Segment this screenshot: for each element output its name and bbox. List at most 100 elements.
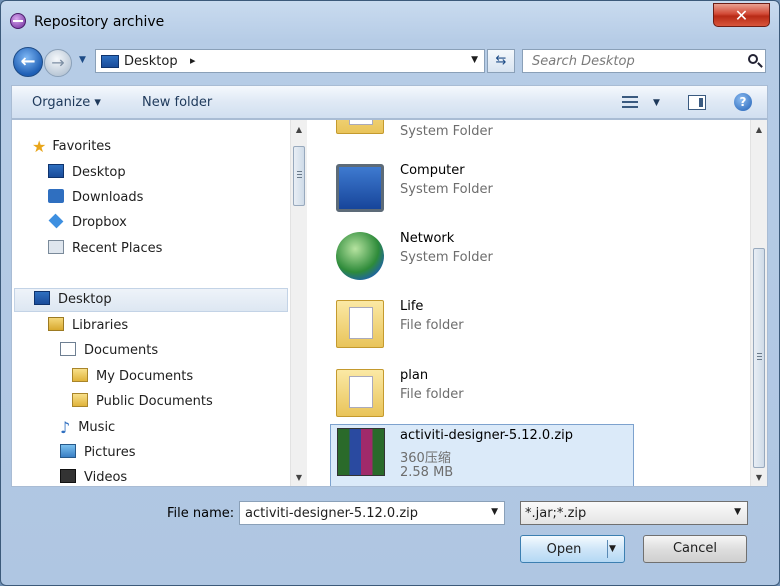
file-item-activiti-zip[interactable]: activiti-designer-5.12.0.zip 360压缩 2.58 … [330,424,634,486]
back-button[interactable]: ← [13,47,43,77]
nav-item-desktop-root[interactable]: Desktop [34,289,112,311]
nav-item-recent-places[interactable]: Recent Places [48,238,162,260]
scroll-up-icon[interactable]: ▲ [751,122,767,138]
folder-icon [336,300,384,348]
file-name: Network [400,231,455,246]
nav-label: Libraries [72,318,129,333]
file-list-scrollbar[interactable]: ▲ ▼ [750,120,767,486]
search-input[interactable]: Search Desktop [522,49,766,73]
navigation-scrollbar[interactable]: ▲ ▼ [290,120,307,486]
view-options-dropdown[interactable]: ▼ [653,98,660,108]
nav-item-public-documents[interactable]: Public Documents [72,391,213,413]
nav-item-libraries[interactable]: Libraries [48,315,128,337]
file-item-network[interactable]: Network System Folder [330,224,634,288]
videos-icon [60,469,76,483]
scroll-up-icon[interactable]: ▲ [291,122,307,138]
nav-label: Recent Places [72,241,163,256]
folder-icon [336,369,384,417]
eclipse-app-icon [10,13,26,29]
file-list: System Folder Computer System Folder Net… [312,120,752,486]
new-folder-button[interactable]: New folder [142,95,212,110]
nav-label: My Documents [96,369,194,384]
change-view-icon[interactable] [622,95,638,109]
window-title: Repository archive [34,14,165,30]
nav-item-pictures[interactable]: Pictures [60,442,135,464]
file-name-input[interactable]: activiti-designer-5.12.0.zip ▼ [239,501,505,525]
breadcrumb-chevron-icon[interactable]: ▸ [190,54,196,67]
user-folder-icon [336,120,384,134]
recent-locations-dropdown[interactable]: ▼ [79,55,86,65]
file-item-user-folder[interactable]: System Folder [330,120,634,142]
open-button-label: Open [546,542,582,557]
desktop-icon [34,291,50,305]
nav-item-desktop[interactable]: Desktop [48,162,126,184]
file-name: Life [400,299,424,314]
scrollbar-thumb[interactable] [293,146,305,206]
nav-label: Downloads [72,190,144,205]
file-type-filter-select[interactable]: *.jar;*.zip ▼ [520,501,748,525]
open-button[interactable]: Open ▼ [520,535,625,563]
scroll-down-icon[interactable]: ▼ [291,470,307,486]
scrollbar-thumb[interactable] [753,248,765,468]
filter-dropdown-icon[interactable]: ▼ [734,507,741,517]
refresh-button[interactable]: ⇆ [487,49,515,73]
nav-item-music[interactable]: ♪ Music [60,417,115,439]
computer-icon [336,164,384,212]
forward-button[interactable]: → [44,49,72,77]
browser-area: ★ Favorites Desktop Downloads Dropbox Rec… [11,119,768,487]
file-type: System Folder [400,250,493,265]
file-size: 2.58 MB [400,465,454,480]
desktop-icon [101,55,119,68]
nav-label: Favorites [52,139,112,154]
nav-label: Desktop [58,292,112,307]
open-options-dropdown-icon[interactable]: ▼ [609,544,616,554]
network-icon [336,232,384,280]
file-name: activiti-designer-5.12.0.zip [400,428,574,443]
file-type: File folder [400,318,464,333]
file-name: Computer [400,163,465,178]
dropbox-icon [48,213,64,229]
pictures-icon [60,444,76,458]
file-name-dropdown-icon[interactable]: ▼ [491,507,498,517]
help-icon[interactable]: ? [734,93,752,111]
address-bar[interactable]: Desktop ▸ ▼ [95,49,485,73]
preview-pane-icon[interactable] [688,95,706,110]
close-button[interactable]: ✕ [713,3,770,27]
nav-label: Dropbox [72,215,127,230]
nav-item-dropbox[interactable]: Dropbox [48,212,127,234]
file-item-life[interactable]: Life File folder [330,292,634,356]
file-item-computer[interactable]: Computer System Folder [330,156,634,220]
search-icon[interactable] [748,54,758,64]
scroll-down-icon[interactable]: ▼ [751,470,767,486]
file-type: System Folder [400,124,493,139]
libraries-icon [48,317,64,331]
nav-item-videos[interactable]: Videos [60,467,127,486]
folder-icon [72,368,88,382]
nav-label: Documents [84,343,159,358]
nav-item-my-documents[interactable]: My Documents [72,366,193,388]
file-name: plan [400,368,429,383]
folder-icon [72,393,88,407]
address-dropdown-icon[interactable]: ▼ [471,55,478,65]
nav-item-documents[interactable]: Documents [60,340,158,362]
cancel-button[interactable]: Cancel [643,535,747,563]
dialog-footer: File name: activiti-designer-5.12.0.zip … [1,489,779,585]
file-type: 360压缩 [400,451,451,466]
nav-item-downloads[interactable]: Downloads [48,187,143,209]
file-type-filter-value: *.jar;*.zip [525,506,587,521]
desktop-icon [48,164,64,178]
organize-button[interactable]: Organize ▾ [32,95,101,110]
documents-icon [60,342,76,356]
nav-label: Videos [84,470,128,485]
file-name-value[interactable]: activiti-designer-5.12.0.zip [245,506,418,521]
file-type: File folder [400,387,464,402]
title-bar: Repository archive ✕ [1,1,779,37]
address-location[interactable]: Desktop [124,54,178,69]
nav-label: Desktop [72,165,126,180]
file-item-plan[interactable]: plan File folder [330,361,634,425]
command-bar: Organize ▾ New folder ▼ ? [11,85,768,119]
nav-label: Public Documents [96,394,213,409]
open-file-dialog: Repository archive ✕ ← → ▼ Desktop ▸ ▼ ⇆… [0,0,780,586]
star-icon: ★ [32,137,47,156]
nav-favorites[interactable]: ★ Favorites [32,136,111,158]
